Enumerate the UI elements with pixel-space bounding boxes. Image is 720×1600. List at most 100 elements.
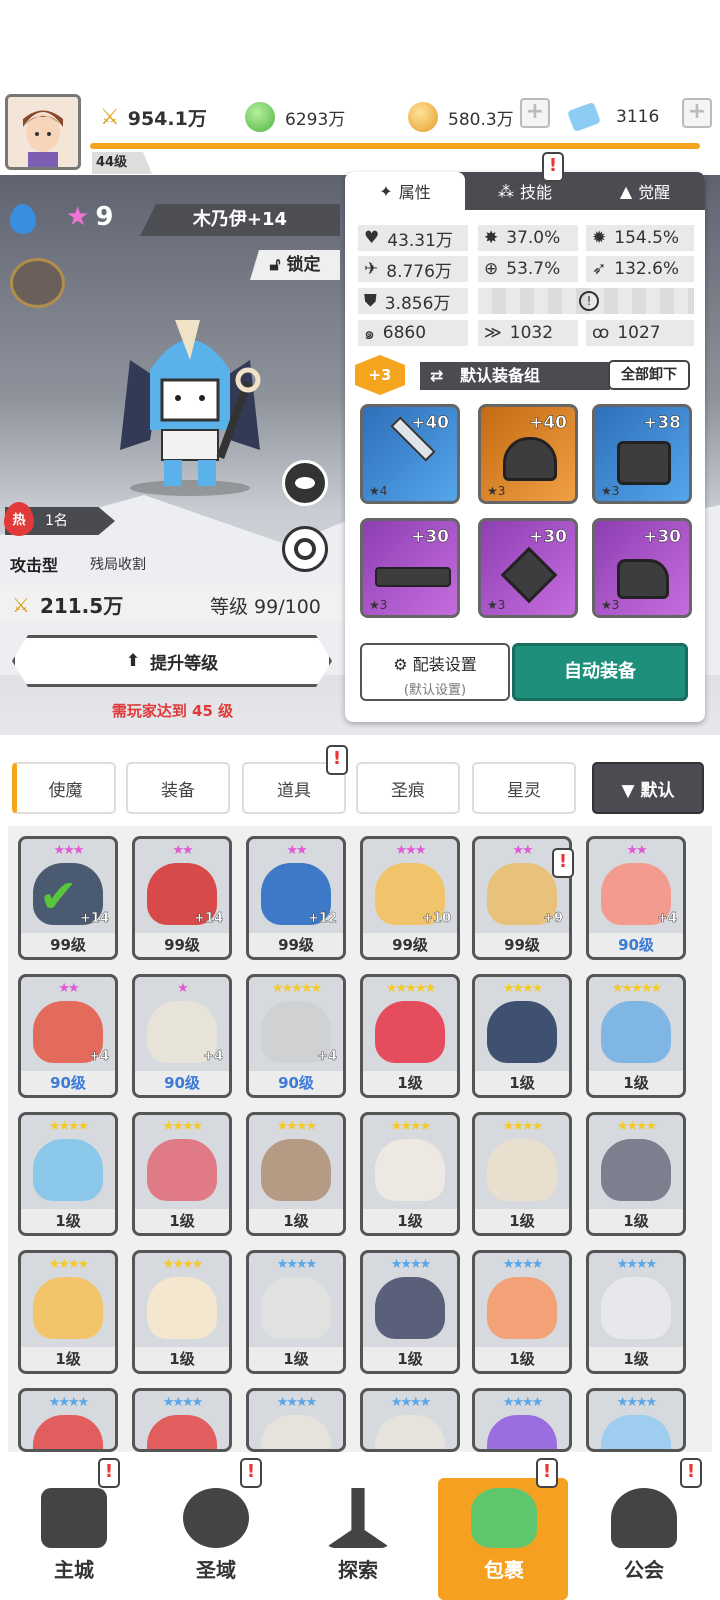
equip-slot-armor[interactable]: +38 ★3 xyxy=(592,404,692,504)
tab-equipment[interactable]: 装备 xyxy=(126,762,230,814)
familiar-card[interactable]: ★★★★ 1级 xyxy=(132,1112,232,1236)
amulet-icon xyxy=(500,546,558,604)
tab-star-spirit[interactable]: 星灵 xyxy=(472,762,576,814)
familiar-card[interactable]: ★★ +12 99级 xyxy=(246,836,346,960)
card-plus-level: +14 xyxy=(194,911,223,926)
equip-slot-amulet[interactable]: +30 ★3 xyxy=(478,518,578,618)
unequip-all-button[interactable]: 全部卸下 xyxy=(608,360,690,390)
equip-slot-helmet[interactable]: +40 ★3 xyxy=(478,404,578,504)
nav-sanctuary[interactable]: 圣域 xyxy=(156,1475,276,1595)
nav-guild[interactable]: 公会 xyxy=(584,1475,704,1595)
familiar-card[interactable]: ★★★★★ 1级 xyxy=(586,974,686,1098)
currency-green[interactable]: 6293万 xyxy=(245,100,385,134)
player-level: 44级 xyxy=(92,152,152,174)
gear-icon: ⚙ xyxy=(393,655,408,674)
tab-attributes[interactable]: ✦ 属性 xyxy=(345,172,465,210)
familiar-card[interactable]: ★★★★ xyxy=(246,1388,346,1452)
familiar-card[interactable]: ★★★★★ +4 90级 xyxy=(246,974,346,1098)
familiar-portrait xyxy=(147,1277,217,1339)
familiar-portrait xyxy=(375,1277,445,1339)
equipment-group-selector[interactable]: ⇄ 默认装备组 xyxy=(420,362,610,390)
card-plus-level: +12 xyxy=(308,911,337,926)
familiar-card[interactable]: ★★★★ xyxy=(132,1388,232,1452)
upgrade-level-button[interactable]: ⬆ 提升等级 xyxy=(12,635,332,687)
familiar-card[interactable]: ★★★★ 1级 xyxy=(18,1250,118,1374)
familiar-card[interactable]: ★★★★ 1级 xyxy=(472,974,572,1098)
familiar-card[interactable]: ★★ +14 99级 xyxy=(132,836,232,960)
card-level: 1级 xyxy=(589,1209,683,1233)
lock-icon: 🔓︎ xyxy=(269,255,281,275)
familiar-card[interactable]: ★★★ +14 ✔ 99级 xyxy=(18,836,118,960)
familiar-card[interactable]: ★★★★ xyxy=(360,1388,460,1452)
card-level: 1级 xyxy=(475,1071,569,1095)
familiar-card[interactable]: ★★★★★ 1级 xyxy=(360,974,460,1098)
card-level: 90级 xyxy=(249,1071,343,1095)
nav-explore[interactable]: 探索 xyxy=(298,1475,418,1595)
attribute-icon: ✦ xyxy=(379,181,393,201)
card-stars: ★★★★ xyxy=(616,1119,658,1134)
stat-hp: ♥ 43.31万 xyxy=(358,225,468,251)
tab-familiar[interactable]: 使魔 xyxy=(12,762,116,814)
tab-awaken[interactable]: ▲ 觉醒 xyxy=(585,172,705,210)
card-plus-level: +14 xyxy=(80,911,109,926)
stat-resist: ꝏ 1027 xyxy=(586,320,694,346)
nav-bag[interactable]: 包裹 xyxy=(444,1475,564,1595)
rotate-button[interactable] xyxy=(282,526,328,572)
card-stars: ★★★★ xyxy=(502,1257,544,1272)
familiar-card[interactable]: ★★★★ 1级 xyxy=(586,1250,686,1374)
bag-alert-icon: ! xyxy=(536,1458,558,1488)
tab-stigmata[interactable]: 圣痕 xyxy=(356,762,460,814)
familiar-card[interactable]: ★★ +4 90级 xyxy=(586,836,686,960)
view-hero-button[interactable] xyxy=(282,460,328,506)
wing-icon: ➶ xyxy=(592,259,607,279)
player-avatar[interactable] xyxy=(5,94,81,170)
config-settings-button[interactable]: ⚙ 配装设置 (默认设置) xyxy=(360,643,510,701)
familiar-card[interactable]: ★★★★ xyxy=(586,1388,686,1452)
locked-stat-slot: ! xyxy=(478,288,694,314)
familiar-card[interactable]: ★★★★ 1级 xyxy=(586,1112,686,1236)
familiar-portrait xyxy=(487,1001,557,1063)
check-icon: ✔ xyxy=(39,869,78,923)
card-level: 1级 xyxy=(249,1347,343,1371)
familiar-card[interactable]: ★ +4 90级 xyxy=(132,974,232,1098)
familiar-card[interactable]: ★★★★ xyxy=(472,1388,572,1452)
familiar-card[interactable]: ★★★★ 1级 xyxy=(246,1112,346,1236)
familiar-card[interactable]: ★★★★ 1级 xyxy=(246,1250,346,1374)
equip-slot-belt[interactable]: +30 ★3 xyxy=(360,518,460,618)
familiar-card[interactable]: ★★★★ 1级 xyxy=(132,1250,232,1374)
familiar-card[interactable]: ★★★★ 1级 xyxy=(472,1250,572,1374)
helmet-icon xyxy=(503,437,557,481)
familiar-card[interactable]: ★★★★ 1级 xyxy=(18,1112,118,1236)
warning-icon: ! xyxy=(579,291,599,311)
card-stars: ★★★★ xyxy=(162,1119,204,1134)
locked-skin-icon[interactable] xyxy=(10,258,65,308)
familiar-card[interactable]: ★★ +4 90级 xyxy=(18,974,118,1098)
familiar-card[interactable]: ★★★ +10 99级 xyxy=(360,836,460,960)
burst-icon: ✸ xyxy=(484,228,499,248)
card-level: 90级 xyxy=(135,1071,229,1095)
familiar-card[interactable]: ★★★★ 1级 xyxy=(472,1112,572,1236)
stat-crit-dmg: ✹ 154.5% xyxy=(586,225,694,251)
card-stars: ★★★★ xyxy=(48,1257,90,1272)
familiar-portrait xyxy=(487,1415,557,1449)
familiar-card[interactable]: ★★★★ 1级 xyxy=(360,1112,460,1236)
add-gold-button[interactable]: + xyxy=(520,98,550,128)
card-stars: ★★★★ xyxy=(162,1257,204,1272)
familiar-card[interactable]: ★★★★ 1级 xyxy=(360,1250,460,1374)
card-stars: ★★★★ xyxy=(616,1395,658,1410)
lock-button[interactable]: 🔓︎ 锁定 xyxy=(250,250,340,280)
crossed-swords-icon: ⚔ xyxy=(12,592,30,617)
add-crystal-button[interactable]: + xyxy=(682,98,712,128)
card-level: 90级 xyxy=(21,1071,115,1095)
familiar-card[interactable]: ★★★★ xyxy=(18,1388,118,1452)
equip-slot-boots[interactable]: +30 ★3 xyxy=(592,518,692,618)
equip-slot-weapon[interactable]: +40 ★4 xyxy=(360,404,460,504)
sword-stone-icon xyxy=(325,1488,391,1548)
up-arrow-icon: ⬆ xyxy=(125,651,141,671)
tab-skills[interactable]: ⁂ 技能 xyxy=(465,172,585,210)
nav-main-city[interactable]: 主城 xyxy=(14,1475,134,1595)
card-stars: ★★ xyxy=(286,843,307,858)
card-level: 99级 xyxy=(475,933,569,957)
auto-equip-button[interactable]: 自动装备 xyxy=(512,643,688,701)
sort-dropdown[interactable]: ▼ 默认 xyxy=(592,762,704,814)
